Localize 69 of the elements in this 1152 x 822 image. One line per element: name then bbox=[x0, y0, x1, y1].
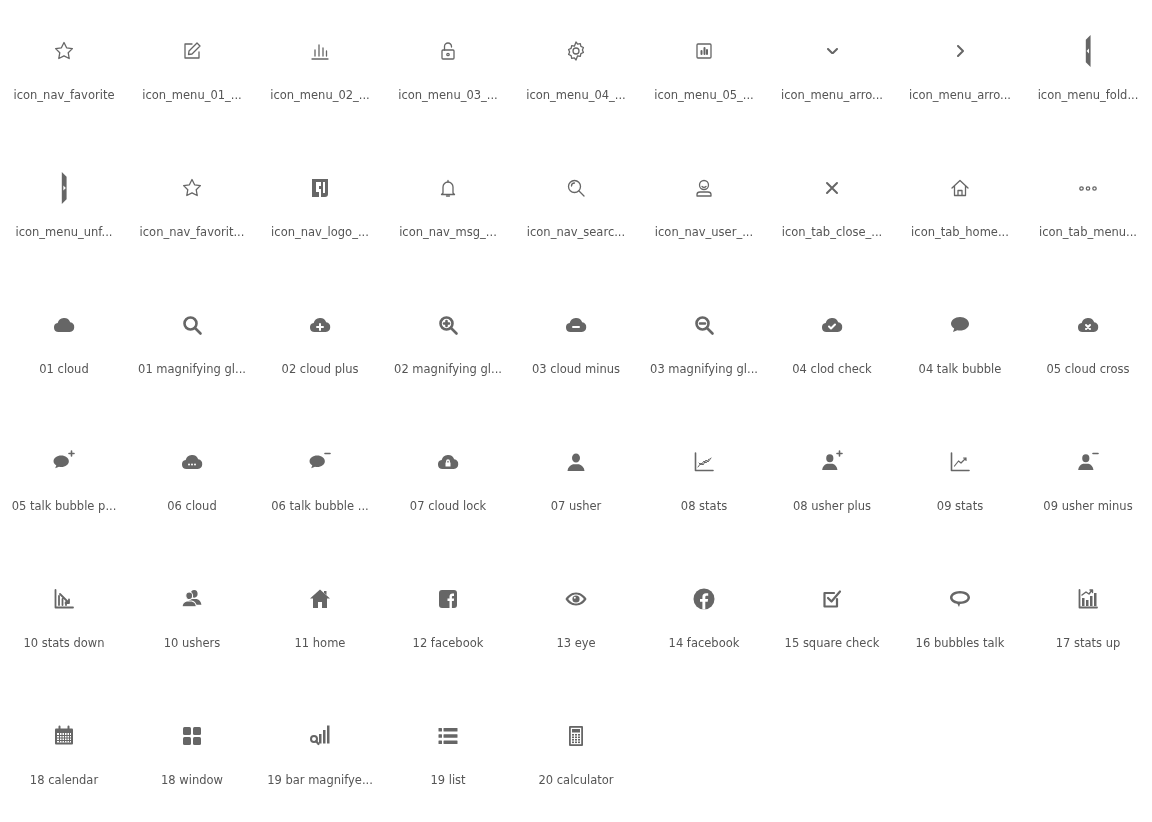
expand-tab-icon bbox=[60, 172, 68, 204]
icon-label: 06 talk bubble ... bbox=[271, 498, 369, 514]
icon-label: icon_tab_menu... bbox=[1039, 224, 1137, 240]
facebook-icon bbox=[692, 587, 716, 611]
icon-label: icon_tab_close_... bbox=[781, 224, 883, 240]
chevron-right-icon bbox=[956, 45, 964, 57]
icon-label: 13 eye bbox=[556, 635, 596, 651]
search-icon bbox=[180, 313, 204, 337]
checkbox-icon bbox=[820, 587, 844, 611]
icon-label: 09 stats bbox=[936, 498, 984, 514]
icon-label: 01 cloud bbox=[39, 361, 89, 377]
icon-label: icon_menu_fold... bbox=[1037, 87, 1139, 103]
icon-label: icon_tab_home... bbox=[911, 224, 1009, 240]
icon-label: 01 magnifying gl... bbox=[138, 361, 246, 377]
icon-label: 12 facebook bbox=[412, 635, 484, 651]
house-icon bbox=[308, 587, 332, 611]
icon-label: 06 cloud bbox=[167, 498, 217, 514]
icon-label: 20 calculator bbox=[538, 772, 614, 788]
chart-down-icon bbox=[52, 587, 76, 611]
icon-label: 09 usher minus bbox=[1043, 498, 1133, 514]
icon-label: 02 magnifying gl... bbox=[394, 361, 502, 377]
line-chart-icon bbox=[948, 450, 972, 474]
icon-label: icon_nav_msg_... bbox=[399, 224, 497, 240]
icon-label: icon_menu_unf... bbox=[15, 224, 113, 240]
icon-label: 08 usher plus bbox=[792, 498, 872, 514]
icon-label: 10 stats down bbox=[23, 635, 105, 651]
icon-label: 03 magnifying gl... bbox=[650, 361, 758, 377]
icon-label: 11 home bbox=[294, 635, 346, 651]
chevron-down-icon bbox=[826, 47, 838, 55]
icon-label: 07 usher bbox=[550, 498, 602, 514]
icon-label: 07 cloud lock bbox=[409, 498, 487, 514]
icon-label: 16 bubbles talk bbox=[915, 635, 1005, 651]
more-icon bbox=[1079, 185, 1097, 191]
zoom-in-icon bbox=[436, 313, 460, 337]
facebook-icon bbox=[436, 587, 460, 611]
icon-label: 18 window bbox=[161, 772, 223, 788]
icon-label: 04 talk bubble bbox=[918, 361, 1002, 377]
icon-label: icon_nav_logo_... bbox=[271, 224, 369, 240]
icon-label: 03 cloud minus bbox=[531, 361, 621, 377]
grid-icon bbox=[180, 724, 204, 748]
icon-label: icon_menu_arro... bbox=[780, 87, 883, 103]
icon-label: 19 list bbox=[430, 772, 466, 788]
icon-label: 14 facebook bbox=[668, 635, 740, 651]
icon-label: icon_nav_user_... bbox=[654, 224, 754, 240]
chart-up-icon bbox=[1076, 587, 1100, 611]
icon-label: icon_menu_01_... bbox=[142, 87, 242, 103]
icon-label: icon_nav_searc... bbox=[526, 224, 626, 240]
calendar-icon bbox=[52, 724, 76, 748]
icon-label: icon_menu_03_... bbox=[398, 87, 498, 103]
zoom-out-icon bbox=[692, 313, 716, 337]
icon-label: icon_nav_favorite bbox=[13, 87, 115, 103]
icon-label: icon_menu_04_... bbox=[526, 87, 626, 103]
icon-label: 05 talk bubble p... bbox=[11, 498, 117, 514]
icon-label: 04 clod check bbox=[792, 361, 872, 377]
icon-label: 08 stats bbox=[680, 498, 728, 514]
chart-search-icon bbox=[308, 724, 332, 748]
icon-label: 19 bar magnifye... bbox=[267, 772, 373, 788]
icon-label: 05 cloud cross bbox=[1046, 361, 1130, 377]
icon-label: 17 stats up bbox=[1055, 635, 1121, 651]
icon-label: 10 ushers bbox=[163, 635, 221, 651]
icon-label: icon_nav_favorit... bbox=[139, 224, 245, 240]
icon-label: 18 calendar bbox=[29, 772, 99, 788]
icon-label: icon_menu_arro... bbox=[908, 87, 1011, 103]
collapse-tab-icon bbox=[1084, 35, 1092, 67]
icon-label: 02 cloud plus bbox=[281, 361, 359, 377]
line-chart-icon bbox=[692, 450, 716, 474]
icon-label: icon_menu_02_... bbox=[270, 87, 370, 103]
icon-label: icon_menu_05_... bbox=[654, 87, 754, 103]
icon-label: 15 square check bbox=[784, 635, 880, 651]
